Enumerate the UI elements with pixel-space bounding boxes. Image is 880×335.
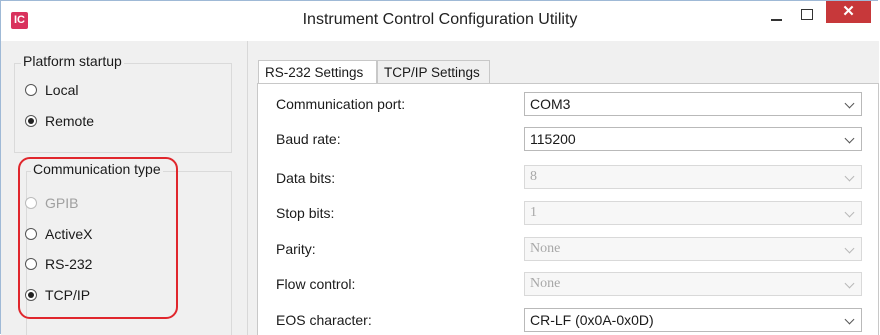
baud-rate-value: 115200 [530, 131, 576, 147]
settings-pane: RS-232 Settings TCP/IP Settings Communic… [248, 41, 879, 335]
tab-tcpip-settings[interactable]: TCP/IP Settings [377, 60, 490, 83]
stop-bits-value: 1 [530, 205, 537, 220]
minimize-button[interactable] [765, 8, 789, 28]
stop-bits-select: 1 [524, 201, 862, 225]
radio-local-indicator[interactable] [25, 84, 37, 96]
parity-value: None [530, 241, 561, 256]
flow-control-label: Flow control: [276, 276, 356, 292]
chevron-down-icon [844, 133, 855, 144]
close-button[interactable]: ✕ [826, 1, 871, 23]
flow-control-select: None [524, 272, 862, 296]
baud-rate-label: Baud rate: [276, 131, 341, 147]
chevron-down-icon [844, 171, 855, 182]
title-bar: IC Instrument Control Configuration Util… [1, 1, 879, 41]
chevron-down-icon [844, 314, 855, 325]
eos-character-value: CR-LF (0x0A-0x0D) [530, 312, 654, 328]
parity-label: Parity: [276, 241, 316, 257]
chevron-down-icon [844, 243, 855, 254]
rs232-settings-panel: Communication port: COM3 Baud rate: 1152… [257, 83, 879, 335]
flow-control-value: None [530, 276, 561, 291]
platform-startup-group: Platform startup Local Remote [14, 53, 232, 153]
platform-startup-label: Platform startup [21, 53, 124, 69]
data-bits-label: Data bits: [276, 170, 336, 186]
radio-remote-label: Remote [45, 113, 95, 129]
eos-character-select[interactable]: CR-LF (0x0A-0x0D) [524, 308, 862, 332]
parity-select: None [524, 237, 862, 261]
baud-rate-select[interactable]: 115200 [524, 127, 862, 151]
data-bits-value: 8 [530, 169, 537, 184]
communication-port-select[interactable]: COM3 [524, 92, 862, 116]
radio-remote-indicator[interactable] [25, 115, 37, 127]
eos-character-label: EOS character: [276, 312, 372, 328]
app-window: IC Instrument Control Configuration Util… [0, 0, 879, 335]
tab-rs232-settings[interactable]: RS-232 Settings [258, 60, 377, 84]
radio-local[interactable]: Local [25, 82, 78, 98]
chevron-down-icon [844, 207, 855, 218]
communication-port-label: Communication port: [276, 96, 406, 112]
communication-type-highlight [18, 157, 178, 319]
data-bits-select: 8 [524, 165, 862, 189]
radio-local-label: Local [45, 82, 79, 98]
radio-remote[interactable]: Remote [25, 113, 94, 129]
stop-bits-label: Stop bits: [276, 205, 335, 221]
window-title: Instrument Control Configuration Utility [302, 11, 578, 28]
chevron-down-icon [844, 278, 855, 289]
communication-port-value: COM3 [530, 96, 571, 112]
chevron-down-icon [844, 98, 855, 109]
maximize-button[interactable] [795, 7, 819, 27]
